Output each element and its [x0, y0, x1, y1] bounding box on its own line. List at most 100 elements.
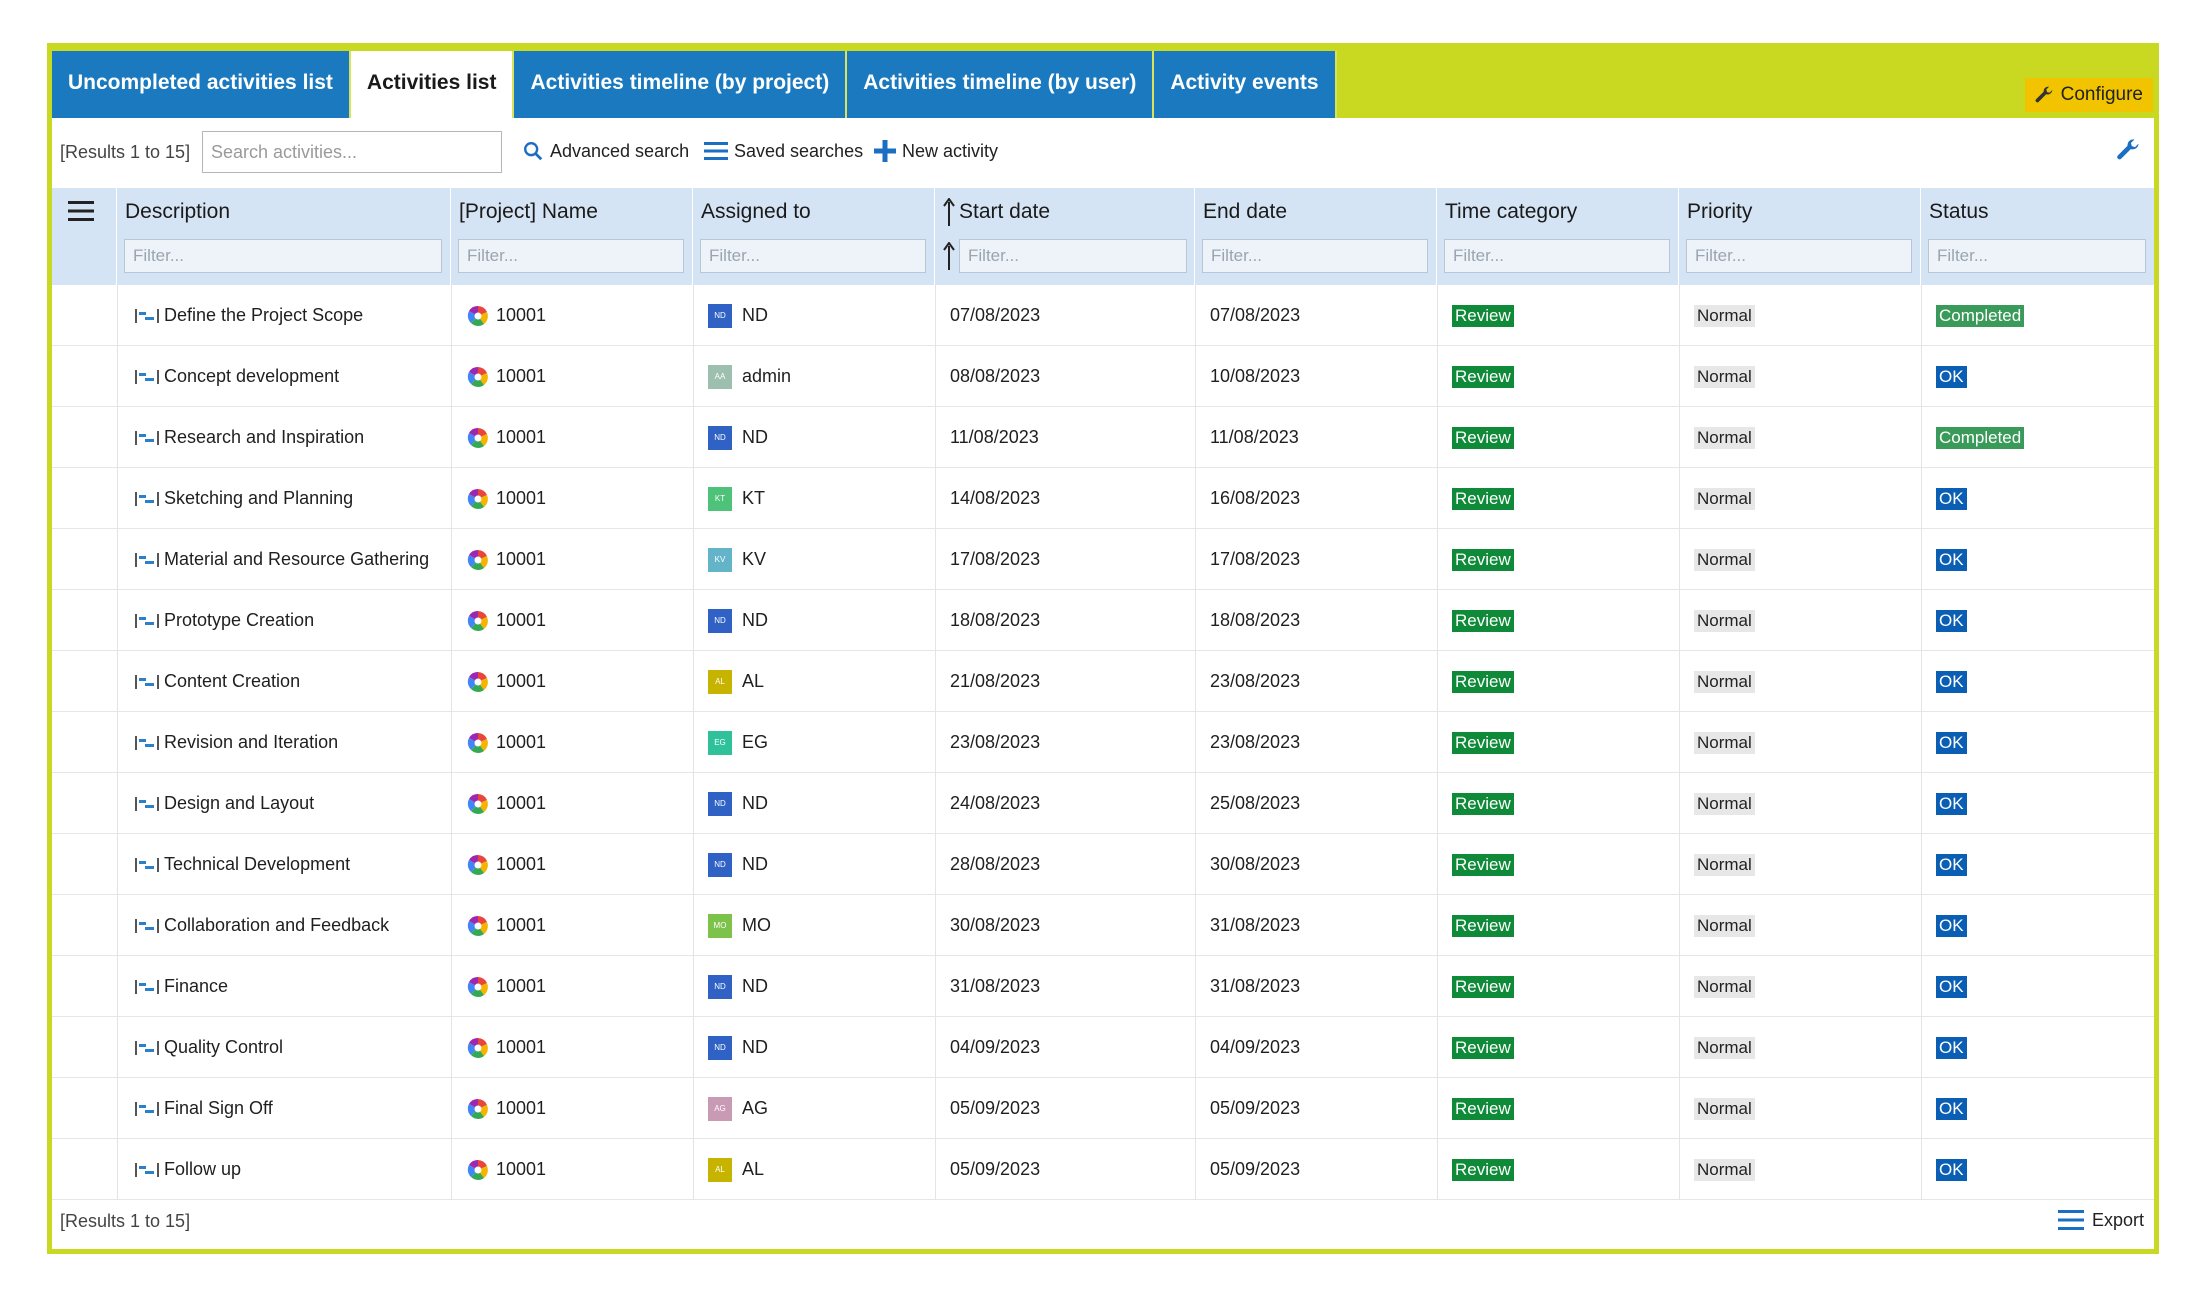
table-settings-button[interactable]	[2114, 136, 2142, 169]
column-status[interactable]: Status	[1921, 188, 2154, 285]
table-row[interactable]: Revision and Iteration 10001 EG EG 23/08/202…	[52, 712, 2154, 773]
activity-description[interactable]: Concept development	[164, 366, 339, 387]
activity-description[interactable]: Prototype Creation	[164, 610, 314, 631]
activity-description[interactable]: Quality Control	[164, 1037, 283, 1058]
filter-end-date[interactable]	[1202, 239, 1428, 273]
table-row[interactable]: Technical Development 10001 ND ND 28/08/2023…	[52, 834, 2154, 895]
activity-description[interactable]: Technical Development	[164, 854, 350, 875]
activity-description[interactable]: Define the Project Scope	[164, 305, 363, 326]
tab-uncompleted-activities[interactable]: Uncompleted activities list	[52, 51, 351, 118]
assignee-name[interactable]: EG	[742, 732, 768, 753]
search-icon	[524, 142, 543, 161]
filter-priority[interactable]	[1686, 239, 1912, 273]
filter-assigned-to[interactable]	[700, 239, 926, 273]
assignee-name[interactable]: ND	[742, 793, 768, 814]
filter-status[interactable]	[1928, 239, 2146, 273]
assignee-name[interactable]: ND	[742, 854, 768, 875]
filter-start-date[interactable]	[959, 239, 1187, 273]
table-row[interactable]: Design and Layout 10001 ND ND 24/08/2023 25/0…	[52, 773, 2154, 834]
table-row[interactable]: Follow up 10001 AL AL 05/09/2023 05/09/2023 Re…	[52, 1139, 2154, 1200]
table-row[interactable]: Collaboration and Feedback 10001 MO MO 30/08…	[52, 895, 2154, 956]
assignee-name[interactable]: KT	[742, 488, 765, 509]
assignee-name[interactable]: AG	[742, 1098, 768, 1119]
assignee-name[interactable]: ND	[742, 427, 768, 448]
gantt-task-icon	[135, 430, 159, 445]
project-name[interactable]: 10001	[496, 915, 546, 936]
assignee-name[interactable]: KV	[742, 549, 766, 570]
end-date-cell: 16/08/2023	[1195, 468, 1437, 529]
project-name[interactable]: 10001	[496, 366, 546, 387]
project-name[interactable]: 10001	[496, 976, 546, 997]
activity-description[interactable]: Design and Layout	[164, 793, 314, 814]
table-row[interactable]: Prototype Creation 10001 ND ND 18/08/2023 18/…	[52, 590, 2154, 651]
column-description[interactable]: Description	[117, 188, 451, 285]
priority-badge: Normal	[1694, 365, 1755, 388]
new-activity-button[interactable]: New activity	[874, 140, 998, 162]
activity-description[interactable]: Final Sign Off	[164, 1098, 273, 1119]
menu-icon[interactable]	[68, 200, 94, 222]
tab-timeline-by-project[interactable]: Activities timeline (by project)	[514, 51, 848, 118]
assignee-name[interactable]: admin	[742, 366, 791, 387]
assignee-name[interactable]: ND	[742, 1037, 768, 1058]
activity-description[interactable]: Content Creation	[164, 671, 300, 692]
project-name[interactable]: 10001	[496, 305, 546, 326]
table-row[interactable]: Finance 10001 ND ND 31/08/2023 31/08/2023 Revi…	[52, 956, 2154, 1017]
project-name[interactable]: 10001	[496, 1098, 546, 1119]
activity-description[interactable]: Research and Inspiration	[164, 427, 364, 448]
project-name[interactable]: 10001	[496, 1037, 546, 1058]
activity-description[interactable]: Sketching and Planning	[164, 488, 353, 509]
column-assigned-to[interactable]: Assigned to	[693, 188, 935, 285]
start-date-cell: 04/09/2023	[935, 1017, 1195, 1078]
table-row[interactable]: Concept development 10001 AA admin 08/08/202…	[52, 346, 2154, 407]
table-row[interactable]: Define the Project Scope 10001 ND ND 07/08/2…	[52, 285, 2154, 346]
assignee-name[interactable]: AL	[742, 1159, 764, 1180]
project-name[interactable]: 10001	[496, 1159, 546, 1180]
tab-activity-events[interactable]: Activity events	[1154, 51, 1337, 118]
filter-project-name[interactable]	[458, 239, 684, 273]
table-row[interactable]: Material and Resource Gathering 10001 KV KV…	[52, 529, 2154, 590]
status-cell: OK	[1921, 1078, 2154, 1139]
priority-badge: Normal	[1694, 548, 1755, 571]
configure-button[interactable]: Configure	[2024, 78, 2153, 112]
project-name[interactable]: 10001	[496, 671, 546, 692]
gantt-task-icon	[135, 857, 159, 872]
project-name[interactable]: 10001	[496, 427, 546, 448]
project-name[interactable]: 10001	[496, 793, 546, 814]
activity-description[interactable]: Finance	[164, 976, 228, 997]
table-row[interactable]: Final Sign Off 10001 AG AG 05/09/2023 05/09/2…	[52, 1078, 2154, 1139]
table-row[interactable]: Quality Control 10001 ND ND 04/09/2023 04/09/…	[52, 1017, 2154, 1078]
advanced-search-button[interactable]: Advanced search	[522, 140, 689, 162]
end-date-cell: 23/08/2023	[1195, 651, 1437, 712]
search-input[interactable]	[202, 131, 502, 173]
assignee-name[interactable]: ND	[742, 976, 768, 997]
filter-time-category[interactable]	[1444, 239, 1670, 273]
tab-timeline-by-user[interactable]: Activities timeline (by user)	[847, 51, 1155, 118]
table-row[interactable]: Sketching and Planning 10001 KT KT 14/08/202…	[52, 468, 2154, 529]
assignee-name[interactable]: AL	[742, 671, 764, 692]
assignee-name[interactable]: ND	[742, 305, 768, 326]
table-row[interactable]: Content Creation 10001 AL AL 21/08/2023 23/08…	[52, 651, 2154, 712]
activity-description[interactable]: Follow up	[164, 1159, 241, 1180]
assignee-cell: MO MO	[693, 895, 935, 956]
tab-activities-list[interactable]: Activities list	[350, 51, 515, 118]
project-name[interactable]: 10001	[496, 732, 546, 753]
assignee-name[interactable]: MO	[742, 915, 771, 936]
column-time-category[interactable]: Time category	[1437, 188, 1679, 285]
activity-description[interactable]: Revision and Iteration	[164, 732, 338, 753]
table-row[interactable]: Research and Inspiration 10001 ND ND 11/08/2…	[52, 407, 2154, 468]
column-start-date[interactable]: Start date	[935, 188, 1195, 285]
assignee-name[interactable]: ND	[742, 610, 768, 631]
description-cell: Design and Layout	[117, 773, 451, 834]
activity-description[interactable]: Collaboration and Feedback	[164, 915, 389, 936]
export-button[interactable]: Export	[2057, 1209, 2144, 1231]
project-name[interactable]: 10001	[496, 549, 546, 570]
project-name[interactable]: 10001	[496, 488, 546, 509]
filter-description[interactable]	[124, 239, 442, 273]
activity-description[interactable]: Material and Resource Gathering	[164, 549, 429, 570]
project-name[interactable]: 10001	[496, 610, 546, 631]
column-end-date[interactable]: End date	[1195, 188, 1437, 285]
column-priority[interactable]: Priority	[1679, 188, 1921, 285]
saved-searches-button[interactable]: Saved searches	[704, 140, 863, 162]
project-name[interactable]: 10001	[496, 854, 546, 875]
column-project-name[interactable]: [Project] Name	[451, 188, 693, 285]
